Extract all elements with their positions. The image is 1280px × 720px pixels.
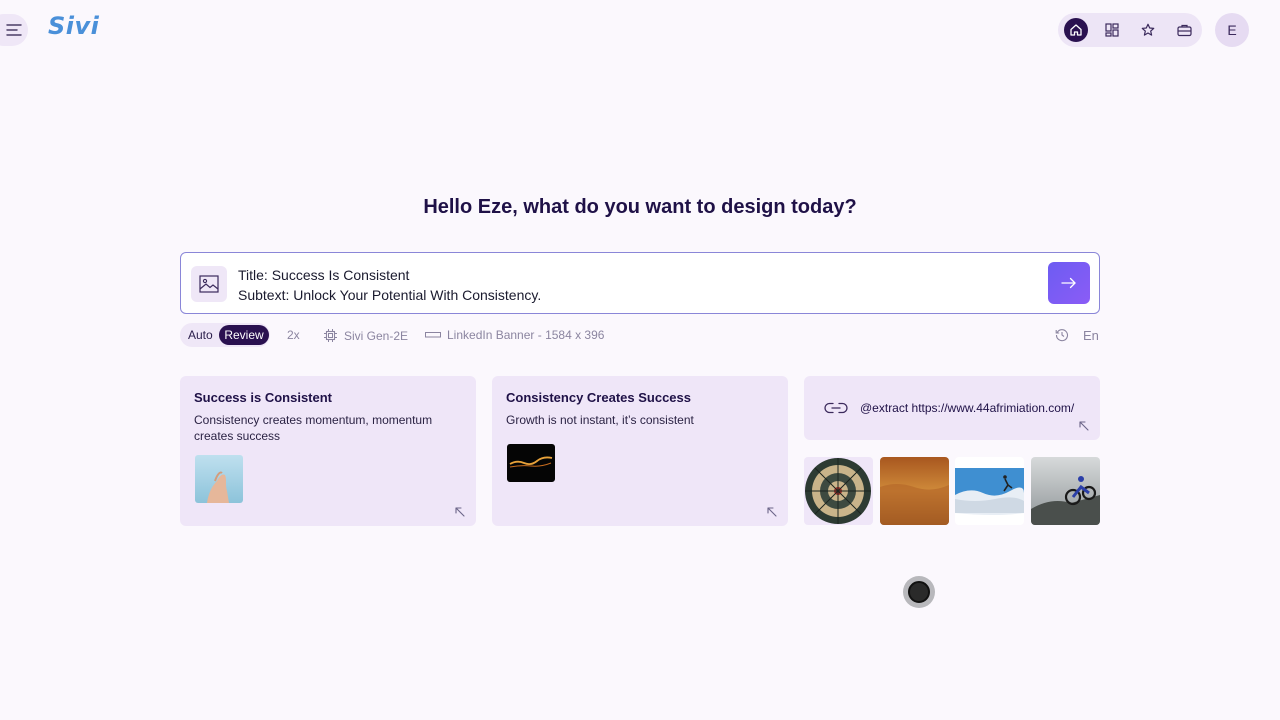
extract-url-text: @extract https://www.44afrimiation.com/ (860, 401, 1075, 415)
prompt-text[interactable]: Title: Success Is Consistent Subtext: Un… (238, 265, 541, 305)
home-icon (1070, 24, 1082, 36)
prompt-input[interactable]: Title: Success Is Consistent Subtext: Un… (180, 252, 1100, 314)
gallery-image-mountain-leap[interactable] (955, 457, 1024, 525)
scale-label: 2x (287, 328, 300, 342)
mode-auto-option[interactable]: Auto (188, 328, 213, 342)
page-title: Hello Eze, what do you want to design to… (423, 196, 857, 218)
suggestion-title: Success is Consistent (194, 390, 332, 405)
image-icon (199, 275, 219, 293)
chip-icon (324, 329, 337, 342)
menu-icon (6, 24, 22, 36)
user-avatar[interactable]: E (1215, 13, 1249, 47)
suggestion-description: Growth is not instant, it’s consistent (506, 413, 694, 427)
suggestion-description: Consistency creates momentum, momentum c… (194, 413, 433, 443)
star-icon (1141, 23, 1155, 36)
model-label: Sivi Gen-2E (344, 328, 409, 343)
sivi-logo[interactable]: Sivi (48, 12, 99, 40)
suggestion-thumbnail (507, 444, 555, 482)
nav-brand-kit-button[interactable] (1172, 18, 1196, 42)
grid-icon (1105, 23, 1119, 37)
arrow-right-icon (1061, 277, 1076, 289)
record-icon (908, 581, 930, 603)
language-label: En (1083, 328, 1099, 343)
history-icon (1055, 329, 1069, 342)
open-arrow-icon[interactable] (766, 506, 778, 518)
scale-option[interactable]: 2x (287, 328, 300, 342)
mode-toggle[interactable]: Auto Review (180, 323, 270, 347)
model-option[interactable]: Sivi Gen-2E (323, 328, 408, 343)
prompt-line-subtext: Subtext: Unlock Your Potential With Cons… (238, 287, 542, 303)
suggestion-card[interactable]: Consistency Creates Success Growth is no… (492, 376, 788, 526)
top-bar: Sivi E (0, 0, 1280, 60)
format-option[interactable]: LinkedIn Banner - 1584 x 396 (425, 328, 604, 342)
open-arrow-icon[interactable] (454, 506, 466, 518)
suggestion-thumbnail (195, 455, 243, 503)
record-button[interactable] (903, 576, 935, 608)
extract-url-card[interactable]: @extract https://www.44afrimiation.com/ (804, 376, 1100, 440)
history-button[interactable] (1055, 328, 1069, 342)
format-label: LinkedIn Banner - 1584 x 396 (447, 328, 605, 342)
open-arrow-icon[interactable] (1078, 420, 1090, 432)
link-icon (824, 402, 848, 414)
generation-options: Auto Review 2x Sivi Gen-2E LinkedIn Bann… (180, 322, 1100, 348)
banner-size-icon (425, 332, 441, 338)
upload-image-button[interactable] (191, 266, 227, 302)
gallery-image-field[interactable] (880, 457, 949, 525)
send-button[interactable] (1048, 262, 1090, 304)
menu-button[interactable] (0, 14, 28, 46)
language-selector[interactable]: En (1083, 328, 1099, 343)
nav-favorites-button[interactable] (1136, 18, 1160, 42)
main-nav (1058, 13, 1202, 47)
suggestion-card[interactable]: Success is Consistent Consistency create… (180, 376, 476, 526)
mode-review-option[interactable]: Review (219, 325, 269, 345)
nav-home-button[interactable] (1064, 18, 1088, 42)
briefcase-icon (1176, 24, 1192, 37)
suggestion-title: Consistency Creates Success (506, 390, 691, 405)
gallery-image-motorbike[interactable] (1031, 457, 1100, 525)
prompt-line-title: Title: Success Is Consistent (238, 267, 410, 283)
gallery-image-dartboard[interactable] (804, 457, 873, 525)
nav-templates-button[interactable] (1100, 18, 1124, 42)
